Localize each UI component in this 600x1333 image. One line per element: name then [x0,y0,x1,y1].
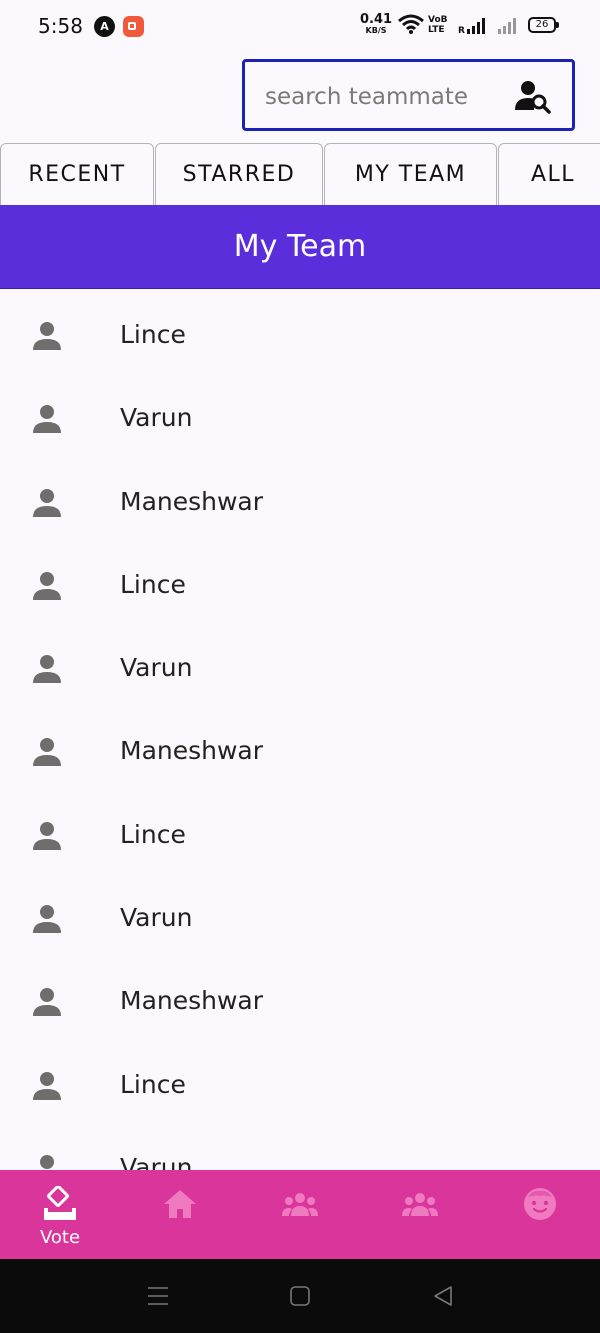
person-icon [33,571,61,600]
person-icon [33,738,61,767]
search-input[interactable] [263,78,502,116]
list-item[interactable]: Lince [0,539,600,622]
tab-starred[interactable]: STARRED [155,143,323,205]
bottom-nav: Vote [0,1170,600,1259]
member-name: Maneshwar [120,986,264,1016]
nav-vote[interactable]: Vote [0,1170,120,1259]
signal-icon-2 [498,18,516,34]
tab-bar: RECENT STARRED MY TEAM ALL [0,143,600,205]
system-nav-bar [0,1259,600,1333]
list-item[interactable]: Varun [0,1122,600,1170]
member-name: Lince [120,569,186,599]
signal-icon: R [458,18,485,36]
list-item[interactable]: Maneshwar [0,955,600,1038]
network-speed-value: 0.41 [360,12,393,27]
person-icon [33,821,61,850]
home-square-icon[interactable] [288,1284,312,1308]
person-icon [33,988,61,1017]
member-name: Varun [120,903,193,933]
list-item[interactable]: Varun [0,872,600,955]
search-box [242,59,575,131]
section-header: My Team [0,205,600,289]
battery-icon: 26 [528,17,559,33]
nav-group-1[interactable] [240,1170,360,1259]
menu-icon[interactable] [146,1284,170,1308]
person-search-icon[interactable] [515,80,551,114]
face-icon [524,1188,556,1220]
member-name: Maneshwar [120,736,264,766]
svg-text:R: R [458,26,465,36]
member-name: Varun [120,403,193,433]
nav-profile[interactable] [480,1170,600,1259]
network-speed: 0.41 KB/S [360,12,393,36]
volte-indicator: VoB LTE [428,15,448,35]
nav-vote-label: Vote [39,1227,81,1248]
back-triangle-icon[interactable] [431,1284,455,1308]
member-name: Lince [120,1069,186,1099]
person-icon [40,1154,54,1169]
person-icon [33,488,61,517]
wifi-icon [398,14,424,34]
list-item[interactable]: Lince [0,289,600,372]
list-item[interactable]: Lince [0,1039,600,1122]
list-item[interactable]: Lince [0,789,600,872]
member-name: Maneshwar [120,486,264,516]
group-icon [402,1193,438,1216]
member-name: Varun [120,1152,193,1170]
list-item[interactable]: Varun [0,372,600,455]
volte-top: VoB [428,15,448,25]
screen-recorder-icon [123,16,144,37]
nav-group-2[interactable] [360,1170,480,1259]
group-icon [282,1193,318,1216]
volte-bottom: LTE [428,25,445,35]
person-icon [33,322,61,350]
notification-app-icon: A [94,16,115,37]
list-item[interactable]: Varun [0,622,600,705]
person-icon [33,905,61,934]
member-name: Lince [120,320,186,349]
person-icon [33,1071,61,1100]
tab-recent[interactable]: RECENT [0,143,154,205]
nav-home[interactable] [120,1170,240,1259]
list-item[interactable]: Maneshwar [0,705,600,788]
list-item[interactable]: Maneshwar [0,456,600,539]
vote-icon [44,1186,76,1220]
person-icon [33,405,61,434]
person-icon [33,655,61,684]
team-list: Lince Varun Maneshwar Lince Varun Manesh… [0,289,600,1170]
tab-my-team[interactable]: MY TEAM [324,143,497,205]
status-time: 5:58 [38,14,83,38]
home-icon [164,1190,196,1218]
tab-all[interactable]: ALL [498,143,600,205]
status-bar: 5:58 A 0.41 KB/S VoB LTE R 26 [0,0,600,56]
member-name: Lince [120,819,186,849]
member-name: Varun [120,653,193,683]
